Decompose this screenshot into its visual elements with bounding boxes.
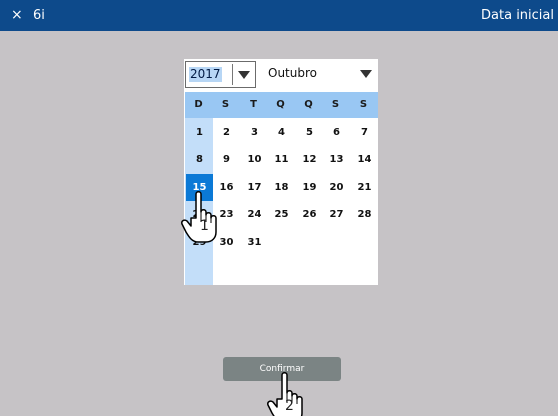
day-cell[interactable]: 8 [186,146,213,173]
day-cell[interactable]: 28 [351,201,378,228]
page-title: Data inicial [481,8,554,23]
day-cell[interactable]: 1 [186,119,213,146]
day-cell[interactable]: 18 [268,174,295,201]
close-icon[interactable]: × [11,6,23,24]
month-value: Outubro [268,66,317,80]
day-cell[interactable]: 3 [241,119,268,146]
day-cell[interactable]: 6 [323,119,350,146]
step-number-1: 1 [200,218,209,234]
day-cell[interactable]: 7 [351,119,378,146]
weekday-tuesday: T [250,99,257,110]
year-value: 2017 [189,67,222,82]
day-cell[interactable]: 5 [296,119,323,146]
day-cell[interactable]: 14 [351,146,378,173]
day-cell[interactable]: 12 [296,146,323,173]
month-dropdown[interactable]: Outubro [262,61,378,88]
weekday-friday: S [331,99,340,110]
chevron-down-icon[interactable] [360,70,372,78]
day-cell[interactable]: 10 [241,146,268,173]
day-cell[interactable]: 19 [296,174,323,201]
app-id-label: 6i [33,8,45,23]
chevron-down-icon[interactable] [238,71,250,79]
day-cell[interactable]: 2 [213,119,240,146]
day-cell[interactable]: 27 [323,201,350,228]
weekday-sunday: D [194,99,203,110]
day-cell[interactable]: 24 [241,201,268,228]
year-dropdown[interactable]: 2017 [185,61,256,88]
dropdown-divider [232,64,233,85]
title-bar: × 6i Data inicial [0,0,558,31]
day-cell[interactable]: 21 [351,174,378,201]
weekday-saturday: S [359,99,368,110]
day-cell[interactable]: 4 [268,119,295,146]
weekday-monday: S [221,99,230,110]
weekday-header: D S T Q Q S S [185,92,378,118]
day-cell[interactable]: 17 [241,174,268,201]
weekday-wednesday: Q [276,99,285,110]
day-cell[interactable]: 26 [296,201,323,228]
day-cell[interactable]: 9 [213,146,240,173]
day-cell[interactable]: 25 [268,201,295,228]
day-cell[interactable]: 31 [241,229,268,256]
weekday-thursday: Q [304,99,313,110]
step-number-2: 2 [285,398,294,414]
day-cell[interactable]: 13 [323,146,350,173]
day-cell[interactable]: 20 [323,174,350,201]
day-cell[interactable]: 11 [268,146,295,173]
